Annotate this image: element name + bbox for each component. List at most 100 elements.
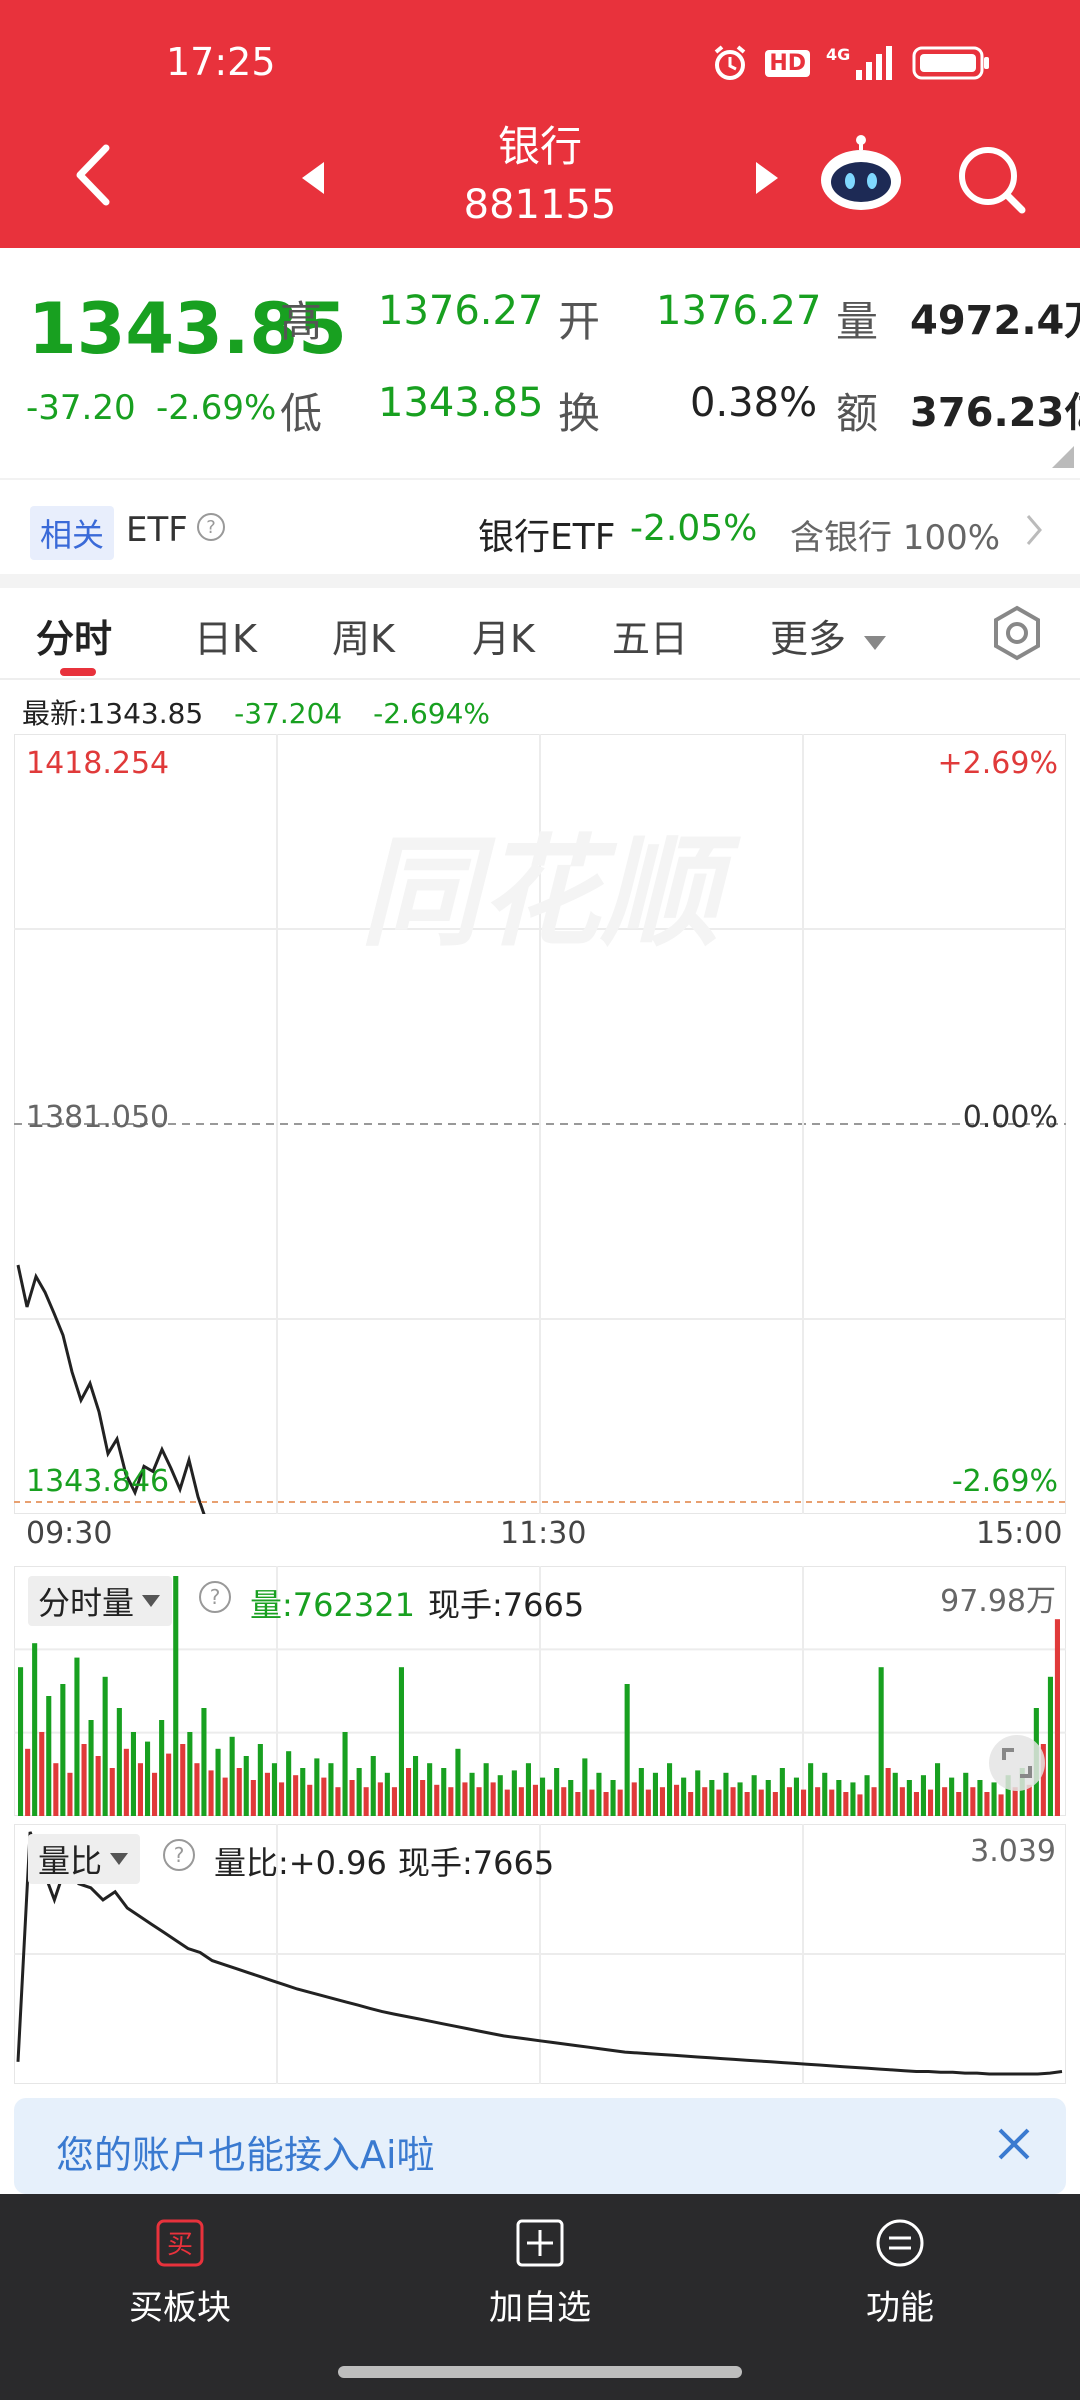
volume-bar — [109, 1768, 115, 1816]
settings-icon[interactable] — [988, 604, 1046, 666]
buy-icon: 买 — [156, 2219, 204, 2267]
help-icon[interactable]: ? — [198, 1580, 232, 1618]
volume-bar — [892, 1772, 898, 1816]
volume-bar — [187, 1732, 193, 1816]
status-icons: HD 4G — [711, 44, 992, 82]
volume-bar — [356, 1768, 362, 1816]
ratio-max-label: 3.039 — [970, 1834, 1056, 1869]
volume-bar — [906, 1780, 912, 1816]
volume-bar — [342, 1732, 348, 1816]
search-icon[interactable] — [956, 144, 1028, 216]
volume-bar — [257, 1744, 263, 1816]
volume-bar — [511, 1770, 517, 1816]
top-price-label: 1418.254 — [26, 746, 170, 781]
tab-weekly-k[interactable]: 周K — [332, 608, 395, 663]
volume-bar — [540, 1777, 546, 1816]
home-indicator[interactable] — [338, 2366, 742, 2378]
latest-info: 最新:1343.85 -37.204 -2.694% — [22, 692, 490, 732]
etf-name: 银行ETF — [478, 517, 616, 558]
amount-label: 额 — [836, 389, 879, 438]
turnover-label: 换 — [558, 389, 601, 438]
volume-bar — [60, 1684, 66, 1816]
volume-bar — [942, 1787, 948, 1816]
volume-bar — [822, 1772, 828, 1816]
volume-bar — [335, 1787, 341, 1816]
volume-bar — [413, 1756, 419, 1816]
related-etf-row[interactable]: 相关 ETF ? 银行ETF -2.05% 含银行 100% — [0, 478, 1080, 574]
tab-five-day[interactable]: 五日 — [612, 608, 688, 663]
volume-max-label: 97.98万 — [940, 1584, 1056, 1619]
volume-bar — [67, 1772, 73, 1816]
robot-assistant-icon[interactable] — [818, 134, 904, 214]
tab-daily-k[interactable]: 日K — [194, 608, 257, 663]
help-icon[interactable]: ? — [196, 512, 226, 546]
intraday-chart[interactable]: 同花顺 1418.254 +2.69% 1381.050 0.00% 1343.… — [14, 734, 1066, 1551]
volume-ratio-panel: 量比 ? 量比:+0.96 现手:7665 3.039 — [14, 1824, 1066, 2084]
volume-bar — [547, 1789, 553, 1816]
nav-add-watchlist[interactable]: 加自选 — [440, 2218, 640, 2329]
volume-bar — [928, 1789, 934, 1816]
volume-bar — [631, 1782, 637, 1816]
alarm-icon — [711, 44, 749, 82]
volume-bar — [899, 1787, 905, 1816]
next-stock-button[interactable] — [752, 160, 782, 196]
volume-bar — [561, 1787, 567, 1816]
caret-down-icon — [142, 1595, 161, 1607]
time-label-open: 09:30 — [26, 1516, 113, 1551]
help-icon[interactable]: ? — [162, 1838, 196, 1876]
volume-bar — [885, 1768, 891, 1816]
volume-bar — [1054, 1619, 1060, 1816]
svg-text:?: ? — [206, 517, 216, 538]
volume-bar — [194, 1763, 200, 1816]
low-value: 1343.85 — [378, 380, 544, 426]
volume-bar — [441, 1768, 447, 1816]
volume-bar — [88, 1720, 94, 1816]
ratio-value: 量比:+0.96 — [214, 1844, 387, 1882]
mid-pct-label: 0.00% — [962, 1100, 1058, 1135]
etf-change: -2.05% — [630, 508, 758, 549]
volume-bar — [250, 1780, 256, 1816]
volume-bar — [391, 1787, 397, 1816]
battery-icon — [912, 44, 992, 82]
volume-bar — [39, 1732, 45, 1816]
back-button[interactable] — [66, 140, 126, 210]
prev-stock-button[interactable] — [298, 160, 328, 196]
nav-functions[interactable]: 功能 — [800, 2218, 1000, 2329]
top-pct-label: +2.69% — [937, 746, 1058, 781]
chart-tabs: 分时 日K 周K 月K 五日 更多 — [0, 588, 1080, 680]
volume-bar — [25, 1748, 31, 1816]
volume-bar — [469, 1772, 475, 1816]
volume-bar — [674, 1784, 680, 1816]
volume-bar — [159, 1720, 165, 1816]
caret-down-icon — [110, 1853, 129, 1865]
volume-bar — [582, 1758, 588, 1816]
nav-functions-label: 功能 — [866, 2288, 934, 2328]
header-bar: 17:25 HD 4G 银行 881155 — [0, 0, 1080, 248]
volume-bar — [977, 1780, 983, 1816]
amount-value: 376.23亿 — [910, 390, 1080, 436]
expand-corner-icon[interactable] — [1052, 446, 1074, 472]
stock-title: 银行 881155 — [390, 118, 690, 234]
svg-text:?: ? — [210, 1585, 221, 1609]
volume-bar — [949, 1777, 955, 1816]
bottom-pct-label: -2.69% — [951, 1464, 1058, 1499]
ratio-indicator-select[interactable]: 量比 — [28, 1834, 141, 1884]
volume-bar — [398, 1667, 404, 1816]
svg-text:4G: 4G — [826, 45, 850, 64]
nav-buy-sector[interactable]: 买 买板块 — [80, 2218, 280, 2329]
tab-monthly-k[interactable]: 月K — [472, 608, 535, 663]
close-icon[interactable] — [996, 2126, 1032, 2166]
volume-bar — [434, 1784, 440, 1816]
volume-bar — [271, 1763, 277, 1816]
tab-intraday[interactable]: 分时 — [36, 608, 112, 663]
volume-label: 量 — [836, 297, 879, 346]
fullscreen-icon[interactable] — [988, 1734, 1046, 1796]
volume-bar — [709, 1780, 715, 1816]
volume-indicator-select[interactable]: 分时量 — [28, 1576, 173, 1626]
volume-bar — [730, 1787, 736, 1816]
volume-bar — [370, 1756, 376, 1816]
open-label: 开 — [558, 297, 601, 346]
active-tab-indicator — [60, 668, 96, 676]
ai-promo-banner[interactable]: 您的账户也能接入Ai啦 — [14, 2098, 1066, 2194]
tab-more[interactable]: 更多 — [770, 608, 888, 663]
